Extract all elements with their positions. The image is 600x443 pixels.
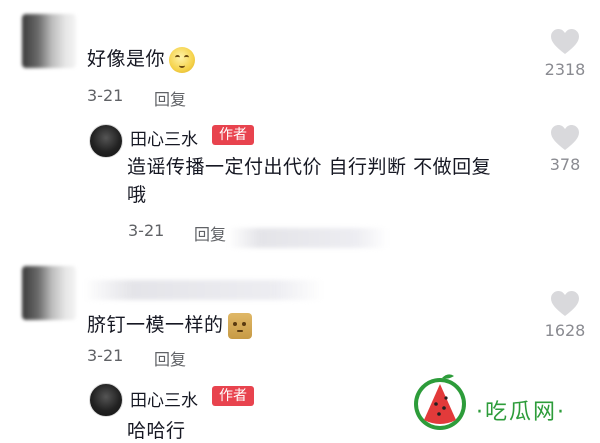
like-count: 2318 xyxy=(544,60,586,79)
reply-text: 哈哈行 xyxy=(127,420,186,442)
watermark-text: ·吃瓜网· xyxy=(476,400,566,425)
reply-button[interactable]: 回复 xyxy=(154,346,186,370)
shy-face-emoji xyxy=(169,46,196,73)
author-name[interactable]: 田心三水 xyxy=(130,125,198,150)
comment-text: 好像是你 xyxy=(87,44,196,73)
commenter-avatar-blurred[interactable] xyxy=(22,14,76,68)
like-count: 378 xyxy=(549,155,581,174)
comment-date: 3-21 xyxy=(87,86,124,105)
comment-date: 3-21 xyxy=(87,346,124,365)
author-badge: 作者 xyxy=(212,125,254,145)
author-avatar[interactable] xyxy=(89,383,123,417)
reply-date: 3-21 xyxy=(128,221,165,240)
smudge-overlay xyxy=(84,280,324,300)
like-heart-icon[interactable] xyxy=(550,28,580,55)
smudge-overlay xyxy=(228,228,388,248)
comment-text: 脐钉一模一样的 xyxy=(87,310,252,339)
cat-emoji xyxy=(227,312,252,339)
like-heart-icon[interactable] xyxy=(550,124,580,151)
like-heart-icon[interactable] xyxy=(550,290,580,317)
author-name[interactable]: 田心三水 xyxy=(130,386,198,411)
reply-button[interactable]: 回复 xyxy=(154,86,186,110)
reply-button[interactable]: 回复 xyxy=(194,221,226,245)
like-count: 1628 xyxy=(544,321,586,340)
author-badge: 作者 xyxy=(212,386,254,406)
commenter-avatar-blurred[interactable] xyxy=(22,266,76,320)
author-avatar[interactable] xyxy=(89,124,123,158)
watermelon-icon xyxy=(414,374,466,430)
reply-text: 造谣传播一定付出代价 自行判断 不做回复 哦 xyxy=(127,156,492,206)
